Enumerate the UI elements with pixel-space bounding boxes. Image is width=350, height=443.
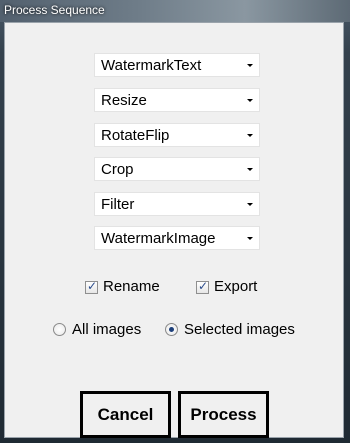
- process-button[interactable]: Process: [178, 391, 269, 438]
- rename-label[interactable]: Rename: [103, 278, 160, 295]
- chevron-down-icon: [247, 237, 253, 240]
- step-5-value: Filter: [101, 196, 135, 213]
- all-images-radio[interactable]: [53, 323, 66, 336]
- radio-selected-dot: [169, 327, 174, 332]
- step-6-value: WatermarkImage: [101, 230, 216, 247]
- chevron-down-icon: [247, 134, 253, 137]
- step-2-value: Resize: [101, 92, 147, 109]
- step-1-dropdown[interactable]: WatermarkText: [94, 53, 260, 77]
- all-images-label[interactable]: All images: [72, 321, 141, 338]
- step-4-dropdown[interactable]: Crop: [94, 157, 260, 181]
- dialog-client-area: WatermarkText Resize RotateFlip Crop Fil…: [4, 22, 344, 438]
- rename-checkbox[interactable]: ✓: [85, 279, 98, 294]
- chevron-down-icon: [247, 168, 253, 171]
- window-title: Process Sequence: [4, 3, 105, 17]
- step-3-value: RotateFlip: [101, 127, 170, 144]
- checkmark-icon: ✓: [86, 279, 98, 293]
- chevron-down-icon: [247, 203, 253, 206]
- process-sequence-window: Process Sequence WatermarkText Resize Ro…: [0, 0, 350, 443]
- export-label[interactable]: Export: [214, 278, 257, 295]
- selected-images-radio[interactable]: [165, 323, 178, 336]
- checkmark-icon: ✓: [197, 279, 209, 293]
- chevron-down-icon: [247, 64, 253, 67]
- step-4-value: Crop: [101, 161, 134, 178]
- step-5-dropdown[interactable]: Filter: [94, 192, 260, 216]
- step-2-dropdown[interactable]: Resize: [94, 88, 260, 112]
- step-6-dropdown[interactable]: WatermarkImage: [94, 226, 260, 250]
- title-bar[interactable]: Process Sequence: [0, 0, 350, 22]
- step-1-value: WatermarkText: [101, 57, 202, 74]
- export-checkbox[interactable]: ✓: [196, 279, 209, 294]
- selected-images-label[interactable]: Selected images: [184, 321, 295, 338]
- cancel-button[interactable]: Cancel: [80, 391, 171, 438]
- chevron-down-icon: [247, 99, 253, 102]
- step-3-dropdown[interactable]: RotateFlip: [94, 123, 260, 147]
